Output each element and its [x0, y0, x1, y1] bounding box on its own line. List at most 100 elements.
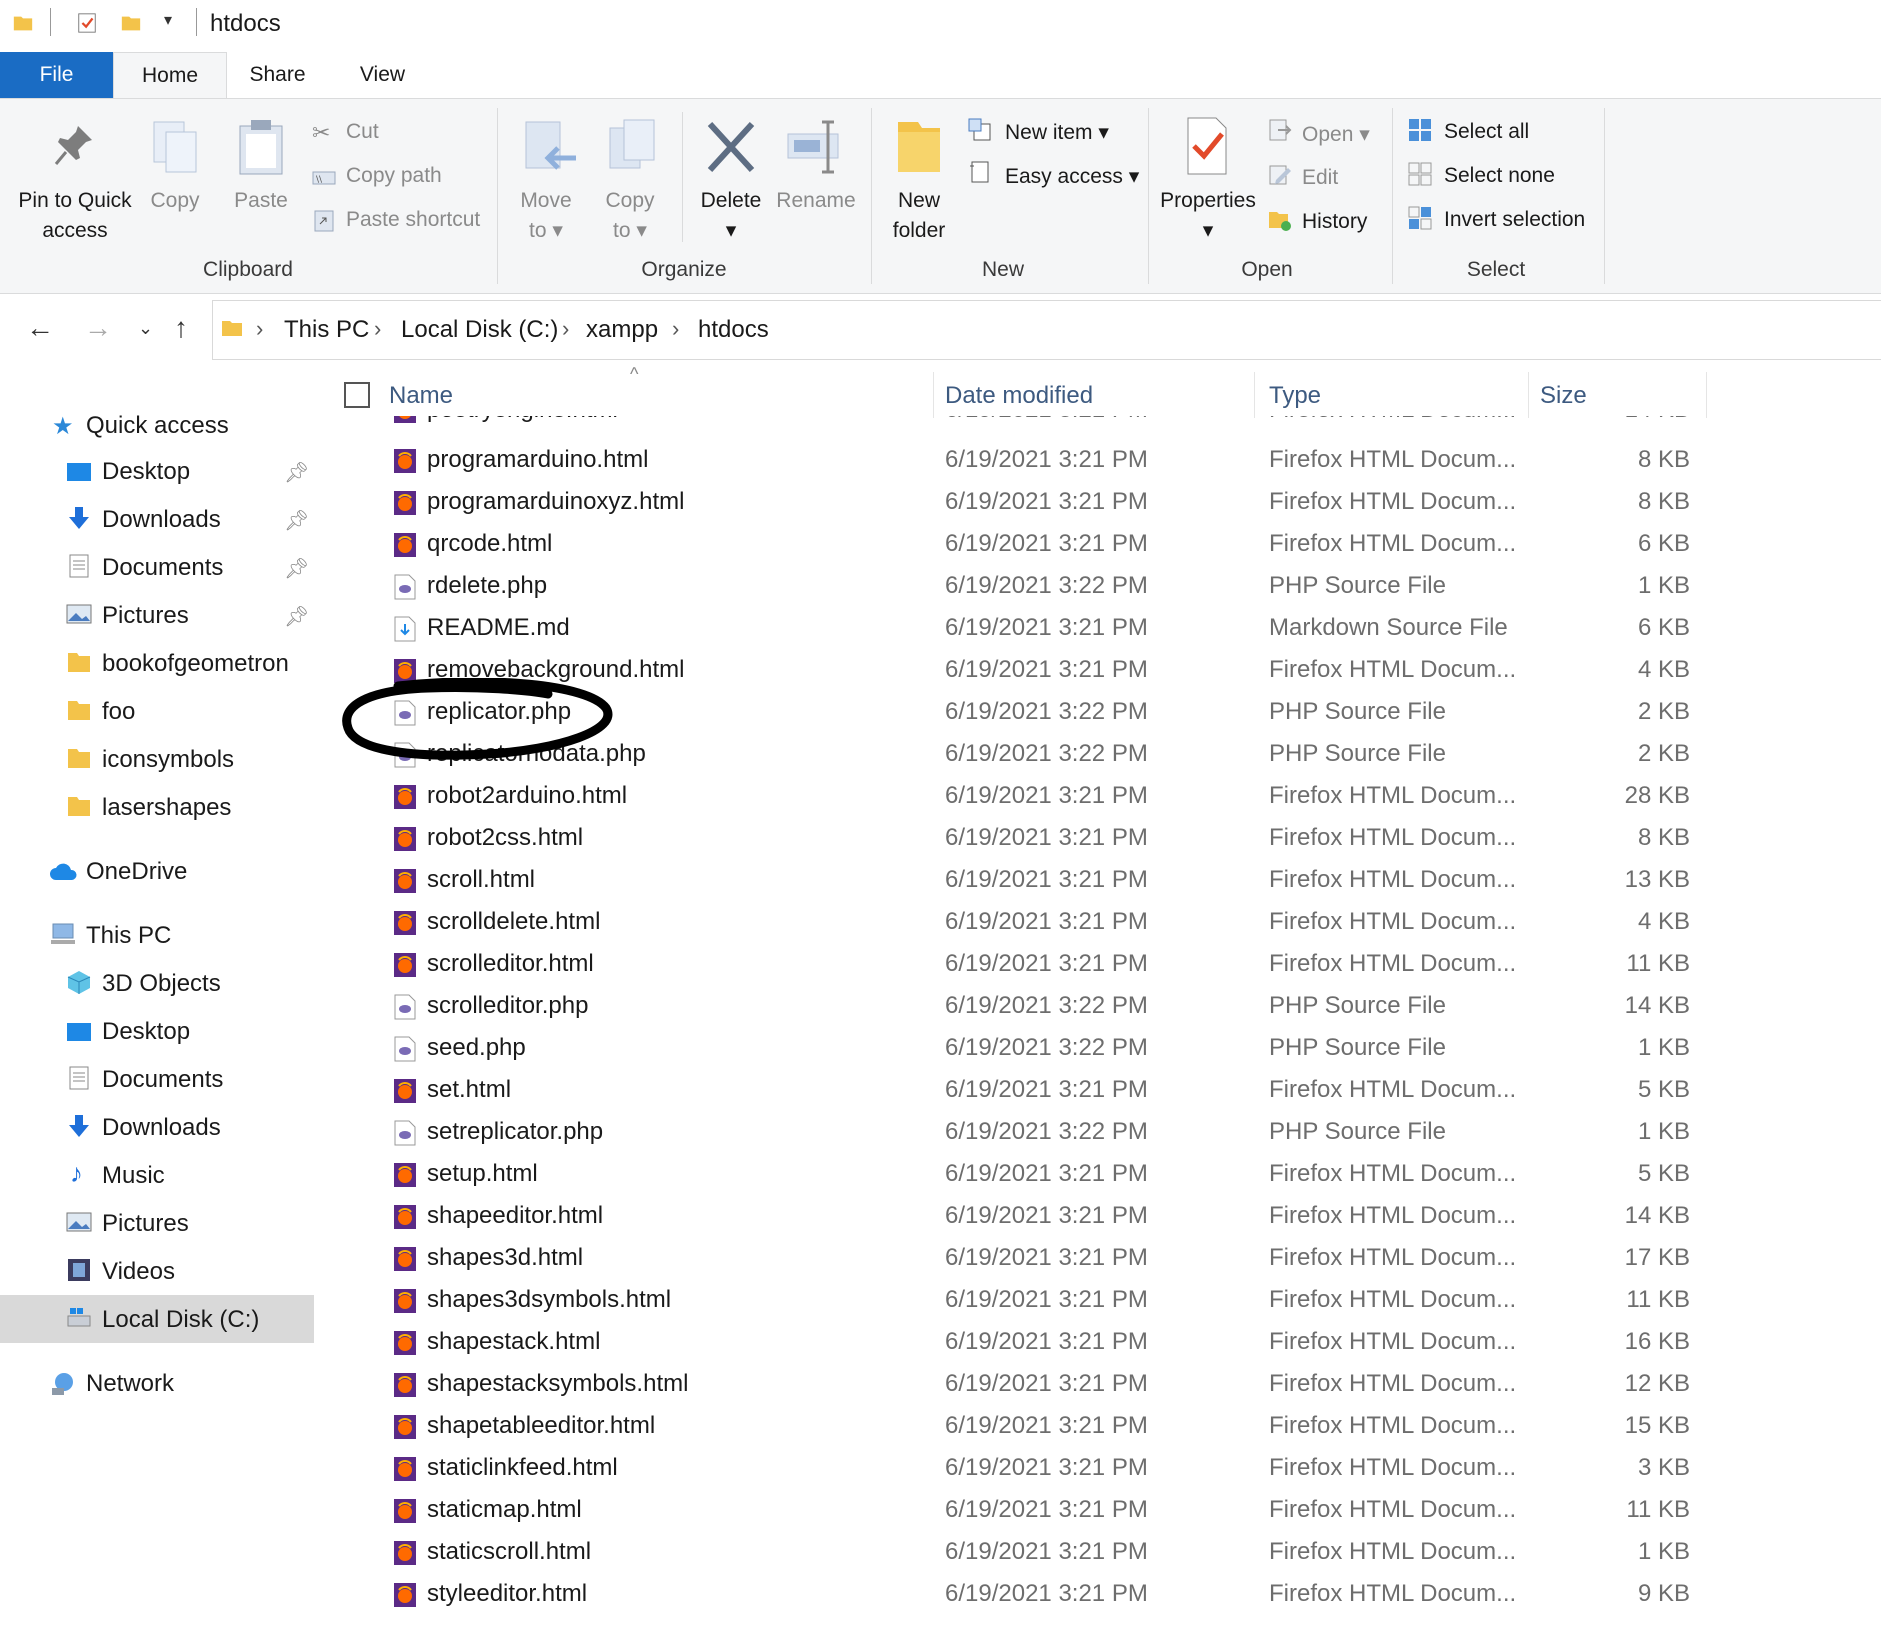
pin-icon[interactable]: 📌︎ [284, 508, 309, 533]
file-row[interactable]: rdelete.php 6/19/2021 3:22 PM PHP Source F… [325, 566, 1705, 608]
file-row[interactable]: seed.php 6/19/2021 3:22 PM PHP Source File… [325, 1028, 1705, 1070]
star-icon: ★ [52, 413, 74, 440]
properties-check-icon[interactable] [76, 12, 98, 34]
column-divider[interactable] [1706, 372, 1707, 418]
file-row[interactable]: robot2arduino.html 6/19/2021 3:21 PM Firef… [325, 776, 1705, 818]
file-row[interactable]: setup.html 6/19/2021 3:21 PM Firefox HTML … [325, 1154, 1705, 1196]
file-row[interactable]: styleeditor.html 6/19/2021 3:21 PM Firefox… [325, 1574, 1705, 1616]
recent-locations-dropdown-icon[interactable]: ⌄ [138, 318, 153, 339]
breadcrumb-separator[interactable]: › [672, 316, 679, 342]
file-type: Firefox HTML Docum... [1269, 866, 1517, 893]
tab-view[interactable]: View [330, 52, 435, 98]
properties-label: Properties [1160, 189, 1256, 212]
file-row-partial[interactable]: poetryengine.html 6/19/2021 3:21 PM Fire… [325, 416, 1705, 432]
php-file-icon [394, 1036, 416, 1062]
new-folder-icon[interactable] [120, 12, 142, 34]
file-size: 8 KB [1637, 488, 1690, 515]
tab-share[interactable]: Share [225, 52, 330, 98]
file-row[interactable]: staticmap.html 6/19/2021 3:21 PM Firefox H… [325, 1490, 1705, 1532]
downloads-arrow-icon [69, 1115, 89, 1137]
nav-quick-desktop-label: Desktop [102, 458, 191, 485]
file-row[interactable]: robot2css.html 6/19/2021 3:21 PM Firefox H… [325, 818, 1705, 860]
breadcrumb-separator[interactable]: › [374, 316, 381, 342]
file-size: 17 KB [1624, 1244, 1690, 1271]
breadcrumb-this-pc[interactable]: This PC [284, 316, 369, 344]
desktop-icon [67, 463, 91, 481]
forward-button[interactable]: → [84, 312, 112, 344]
file-type: Firefox HTML Docum... [1269, 1496, 1517, 1523]
file-name: programarduino.html [427, 446, 649, 473]
back-button[interactable]: ← [26, 312, 54, 344]
new-folder-icon [898, 122, 940, 172]
column-header-type[interactable]: Type [1269, 382, 1321, 410]
file-row[interactable]: set.html 6/19/2021 3:21 PM Firefox HTML Do… [325, 1070, 1705, 1112]
breadcrumb-xampp[interactable]: xampp [586, 316, 658, 344]
pin-icon[interactable]: 📌︎ [284, 460, 309, 485]
file-row[interactable]: staticlinkfeed.html 6/19/2021 3:21 PM Fire… [325, 1448, 1705, 1490]
file-date: 6/19/2021 3:21 PM [945, 1328, 1148, 1355]
breadcrumb-separator[interactable]: › [562, 316, 569, 342]
up-button[interactable]: ↑ [174, 312, 188, 344]
file-type: Firefox HTML Docum... [1269, 1580, 1517, 1607]
column-divider[interactable] [933, 372, 934, 418]
customize-toolbar-dropdown-icon[interactable]: ▾ [164, 10, 172, 30]
file-type: Firefox HTML Docum... [1269, 782, 1517, 809]
move-to-icon [525, 121, 576, 170]
copy-to-label-line2: to ▾ [613, 219, 647, 242]
toolbar-divider [50, 8, 51, 36]
invert-selection-label: Invert selection [1444, 208, 1586, 231]
file-size: 8 KB [1637, 824, 1690, 851]
file-row[interactable]: shapes3d.html 6/19/2021 3:21 PM Firefox HT… [325, 1238, 1705, 1280]
title-bar: ▾ htdocs [0, 0, 1881, 50]
breadcrumb-htdocs[interactable]: htdocs [698, 316, 769, 344]
file-row[interactable]: programarduino.html 6/19/2021 3:21 PM Fire… [325, 440, 1705, 482]
organize-divider [682, 112, 683, 242]
copy-path-icon: \\ [312, 171, 336, 185]
tab-home[interactable]: Home [113, 52, 227, 99]
file-row[interactable]: scrolleditor.php 6/19/2021 3:22 PM PHP Sou… [325, 986, 1705, 1028]
column-divider[interactable] [1528, 372, 1529, 418]
file-date: 6/19/2021 3:21 PM [945, 614, 1148, 641]
file-row[interactable]: scroll.html 6/19/2021 3:21 PM Firefox HTML… [325, 860, 1705, 902]
file-row[interactable]: shapes3dsymbols.html 6/19/2021 3:21 PM Fir… [325, 1280, 1705, 1322]
file-name: shapestack.html [427, 1328, 601, 1355]
file-type: PHP Source File [1269, 740, 1446, 767]
column-header-date-modified[interactable]: Date modified [945, 382, 1093, 410]
column-divider[interactable] [1254, 372, 1255, 418]
downloads-arrow-icon [69, 507, 89, 529]
pin-icon[interactable]: 📌︎ [284, 556, 309, 581]
edit-label: Edit [1302, 166, 1339, 189]
file-date: 6/19/2021 3:21 PM [945, 1076, 1148, 1103]
file-row[interactable]: shapestack.html 6/19/2021 3:21 PM Firefox … [325, 1322, 1705, 1364]
file-row[interactable]: programarduinoxyz.html 6/19/2021 3:21 PM F… [325, 482, 1705, 524]
properties-dropdown-icon[interactable]: ▾ [1158, 216, 1258, 246]
file-row[interactable]: qrcode.html 6/19/2021 3:21 PM Firefox HTML… [325, 524, 1705, 566]
move-to-label-line2: to ▾ [529, 219, 563, 242]
group-divider [1604, 108, 1605, 284]
firefox-html-icon [394, 827, 416, 851]
column-header-name[interactable]: Name [389, 382, 453, 410]
file-row[interactable]: setreplicator.php 6/19/2021 3:22 PM PHP So… [325, 1112, 1705, 1154]
paste-shortcut-label: Paste shortcut [346, 208, 481, 231]
file-date: 6/19/2021 3:21 PM [945, 866, 1148, 893]
column-header-size[interactable]: Size [1540, 382, 1587, 410]
file-type: Firefox HTML Docum... [1269, 824, 1517, 851]
file-size: 1 KB [1637, 1538, 1690, 1565]
file-row[interactable]: shapeeditor.html 6/19/2021 3:21 PM Firefox… [325, 1196, 1705, 1238]
select-all-checkbox[interactable] [344, 382, 370, 408]
delete-dropdown-icon[interactable]: ▾ [692, 216, 770, 246]
delete-label: Delete [700, 189, 762, 212]
file-row[interactable]: shapestacksymbols.html 6/19/2021 3:21 PM F… [325, 1364, 1705, 1406]
breadcrumb-separator[interactable]: › [256, 316, 263, 342]
file-row[interactable]: scrolldelete.html 6/19/2021 3:21 PM Firefo… [325, 902, 1705, 944]
file-name: README.md [427, 614, 570, 641]
file-row[interactable]: staticscroll.html 6/19/2021 3:21 PM Firefo… [325, 1532, 1705, 1574]
file-row[interactable]: scrolleditor.html 6/19/2021 3:21 PM Firefo… [325, 944, 1705, 986]
breadcrumb-local-disk[interactable]: Local Disk (C:) [401, 316, 558, 344]
clipboard-group-label: Clipboard [203, 258, 293, 281]
file-row[interactable]: README.md 6/19/2021 3:21 PM Markdown Sourc… [325, 608, 1705, 650]
pin-icon[interactable]: 📌︎ [284, 604, 309, 629]
folder-icon [68, 701, 90, 720]
file-row[interactable]: shapetableeditor.html 6/19/2021 3:21 PM Fi… [325, 1406, 1705, 1448]
tab-file[interactable]: File [0, 52, 113, 98]
